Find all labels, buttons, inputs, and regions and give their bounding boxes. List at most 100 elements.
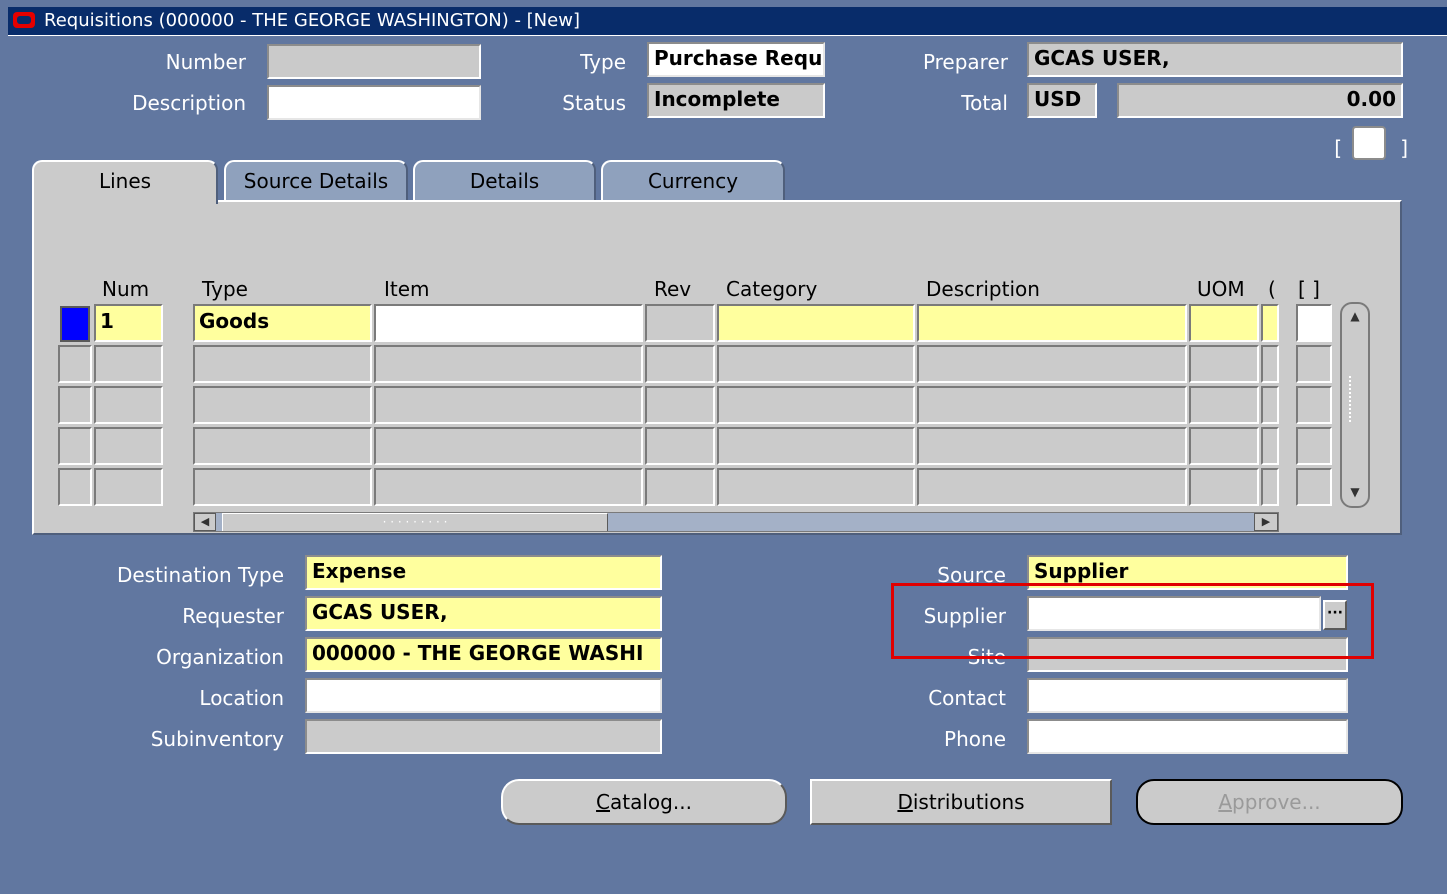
catalog-label: atalog... — [610, 790, 692, 814]
line-rev-cell[interactable] — [645, 345, 715, 383]
destination-type-label: Destination Type — [116, 563, 284, 587]
total-field: 0.00 — [1117, 83, 1403, 118]
line-num-cell[interactable] — [94, 386, 163, 424]
line-rev-cell[interactable] — [645, 304, 715, 342]
line-item-cell[interactable] — [374, 345, 643, 383]
line-rev-cell[interactable] — [645, 427, 715, 465]
line-type-cell[interactable] — [193, 386, 372, 424]
line-item-cell[interactable] — [374, 304, 643, 342]
phone-field[interactable] — [1027, 719, 1348, 754]
oracle-logo-icon — [13, 12, 35, 28]
descriptive-flexfield[interactable] — [1352, 126, 1386, 160]
preparer-label: Preparer — [922, 50, 1008, 74]
contact-field[interactable] — [1027, 678, 1348, 713]
column-header-description: Description — [926, 277, 1040, 301]
line-flexfield-cell[interactable] — [1296, 386, 1332, 424]
line-flexfield-cell[interactable] — [1296, 468, 1332, 506]
line-truncated-cell[interactable] — [1261, 386, 1279, 424]
tab-lines[interactable]: Lines — [32, 160, 218, 204]
column-header-category: Category — [726, 277, 818, 301]
requester-field[interactable]: GCAS USER, — [305, 596, 662, 631]
catalog-button[interactable]: Catalog... — [501, 779, 787, 825]
tab-source-details[interactable]: Source Details — [224, 160, 408, 202]
line-num-cell[interactable] — [94, 427, 163, 465]
line-truncated-cell[interactable] — [1261, 427, 1279, 465]
approve-mnemonic: A — [1218, 790, 1233, 814]
scroll-down-arrow-icon[interactable]: ▼ — [1344, 482, 1366, 502]
window-title: Requisitions (000000 - THE GEORGE WASHIN… — [44, 10, 580, 31]
approve-label: pprove... — [1232, 790, 1321, 814]
line-uom-cell[interactable] — [1189, 345, 1259, 383]
catalog-mnemonic: C — [596, 790, 611, 814]
line-uom-cell[interactable] — [1189, 304, 1259, 342]
tab-details[interactable]: Details — [413, 160, 596, 202]
distributions-button[interactable]: Distributions — [810, 779, 1112, 825]
row-selector[interactable] — [58, 468, 92, 506]
line-type-cell[interactable] — [193, 427, 372, 465]
line-uom-cell[interactable] — [1189, 386, 1259, 424]
preparer-field: GCAS USER, — [1027, 42, 1403, 77]
line-num-cell[interactable]: 1 — [94, 304, 163, 342]
description-label: Description — [132, 91, 246, 115]
line-truncated-cell[interactable] — [1261, 468, 1279, 506]
destination-type-field[interactable]: Expense — [305, 555, 662, 590]
column-header-flexfield: [ ] — [1298, 277, 1320, 301]
column-header-num: Num — [102, 277, 150, 301]
row-selector[interactable] — [58, 427, 92, 465]
line-flexfield-cell[interactable] — [1296, 427, 1332, 465]
approve-button: Approve... — [1136, 779, 1403, 825]
line-num-cell[interactable] — [94, 468, 163, 506]
type-field[interactable]: Purchase Requ — [647, 42, 825, 77]
line-category-cell[interactable] — [717, 345, 915, 383]
line-category-cell[interactable] — [717, 427, 915, 465]
line-category-cell[interactable] — [717, 468, 915, 506]
line-uom-cell[interactable] — [1189, 468, 1259, 506]
line-rev-cell[interactable] — [645, 468, 715, 506]
currency-field: USD — [1027, 83, 1097, 118]
line-flexfield-cell[interactable] — [1296, 304, 1332, 342]
row-selector[interactable] — [58, 345, 92, 383]
line-truncated-cell[interactable] — [1261, 345, 1279, 383]
line-type-cell[interactable]: Goods — [193, 304, 372, 342]
distributions-label: istributions — [912, 790, 1025, 814]
dff-open-bracket: [ — [1334, 136, 1342, 160]
location-field[interactable] — [305, 678, 662, 713]
line-category-cell[interactable] — [717, 304, 915, 342]
line-uom-cell[interactable] — [1189, 427, 1259, 465]
line-description-cell[interactable] — [917, 345, 1187, 383]
number-field[interactable] — [267, 44, 481, 79]
line-description-cell[interactable] — [917, 386, 1187, 424]
row-selector-current[interactable] — [60, 306, 90, 342]
line-rev-cell[interactable] — [645, 386, 715, 424]
distributions-mnemonic: D — [897, 790, 913, 814]
line-description-cell[interactable] — [917, 468, 1187, 506]
scroll-up-arrow-icon[interactable]: ▲ — [1344, 306, 1366, 326]
location-label: Location — [199, 686, 284, 710]
tab-currency[interactable]: Currency — [601, 160, 785, 202]
horizontal-scroll-thumb[interactable]: · · · · · · · · · — [222, 513, 608, 531]
line-description-cell[interactable] — [917, 304, 1187, 342]
scroll-right-arrow-icon[interactable]: ▶ — [1254, 513, 1278, 531]
subinventory-field[interactable] — [305, 719, 662, 754]
supplier-highlight-box — [891, 583, 1374, 659]
organization-field[interactable]: 000000 - THE GEORGE WASHI — [305, 637, 662, 672]
line-category-cell[interactable] — [717, 386, 915, 424]
scroll-left-arrow-icon[interactable]: ◀ — [194, 513, 216, 531]
column-header-item: Item — [384, 277, 430, 301]
line-type-cell[interactable] — [193, 345, 372, 383]
column-header-uom: UOM — [1197, 277, 1245, 301]
line-truncated-cell[interactable] — [1261, 304, 1279, 342]
line-item-cell[interactable] — [374, 386, 643, 424]
description-field[interactable] — [267, 85, 481, 120]
total-label: Total — [961, 91, 1008, 115]
line-num-cell[interactable] — [94, 345, 163, 383]
line-description-cell[interactable] — [917, 427, 1187, 465]
row-selector[interactable] — [58, 386, 92, 424]
line-item-cell[interactable] — [374, 468, 643, 506]
line-type-cell[interactable] — [193, 468, 372, 506]
vertical-scroll-grip[interactable] — [1349, 376, 1361, 422]
line-item-cell[interactable] — [374, 427, 643, 465]
line-flexfield-cell[interactable] — [1296, 345, 1332, 383]
subinventory-label: Subinventory — [150, 727, 284, 751]
requester-label: Requester — [182, 604, 284, 628]
